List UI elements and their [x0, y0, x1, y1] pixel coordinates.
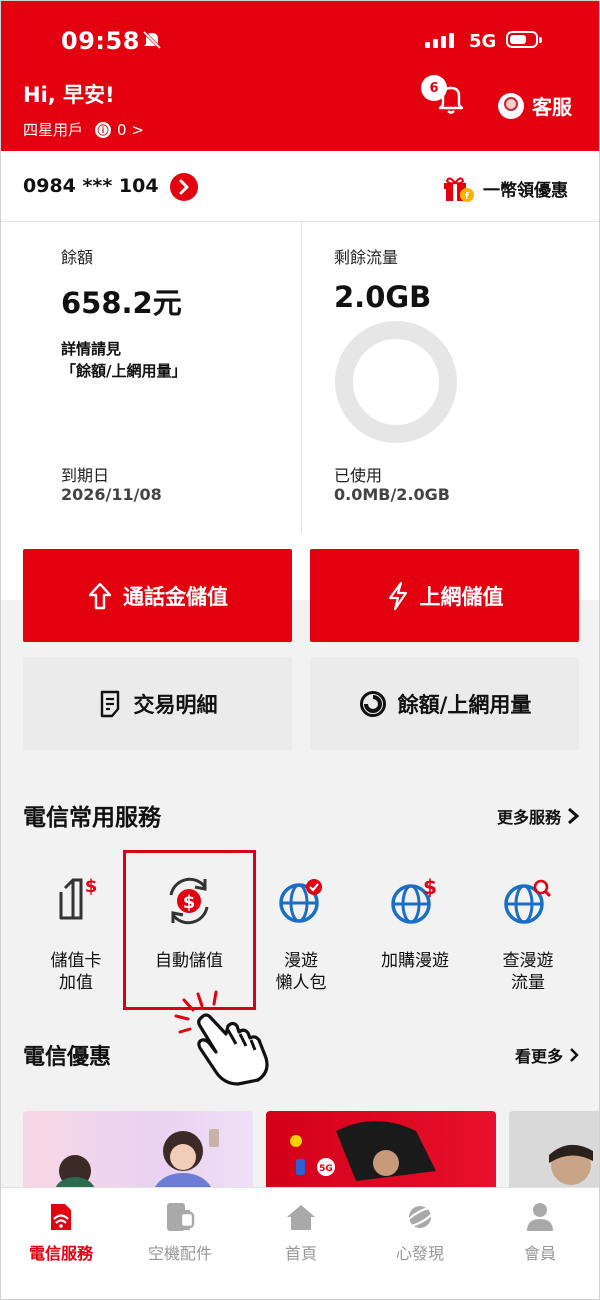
- app-screen: 09:58 5G Hi, 早安! 四星用戶 ⓘ 0 > 6 客服 0984 **…: [0, 0, 600, 1300]
- transactions-button[interactable]: 交易明細: [23, 657, 292, 750]
- tab-label: 首頁: [284, 1244, 317, 1263]
- offer-image: 5G: [290, 1121, 436, 1181]
- offer-image: [55, 1129, 219, 1191]
- silent-bell-icon: [142, 30, 162, 50]
- service-buy-roaming[interactable]: $ 加購漫遊: [365, 866, 465, 972]
- roaming-globe-check-icon: [279, 879, 322, 923]
- auto-topup-icon: $: [169, 877, 209, 925]
- coin-icon: ⓘ: [95, 121, 112, 138]
- services-title: 電信常用服務: [23, 805, 161, 831]
- data-used-label: 已使用: [334, 466, 383, 485]
- tab-home[interactable]: 首頁: [246, 1200, 356, 1264]
- home-icon: [287, 1205, 315, 1230]
- sim-card-icon: [51, 1204, 71, 1230]
- tab-discover[interactable]: 心發現: [365, 1200, 475, 1264]
- more-services-link[interactable]: 更多服務: [497, 804, 579, 828]
- offers-title: 電信優惠: [23, 1045, 112, 1070]
- chevron-right-icon[interactable]: [170, 173, 198, 201]
- customer-service-button[interactable]: 客服: [498, 91, 572, 120]
- data-remaining-label: 剩餘流量: [334, 248, 399, 267]
- service-label: 加購漫遊: [381, 951, 449, 971]
- phone-number: 0984 *** 104: [23, 175, 159, 197]
- lightning-icon: [388, 581, 407, 610]
- receipt-icon: [100, 690, 119, 717]
- data-used-value: 0.0MB/2.0GB: [334, 485, 450, 504]
- balance-note: 詳情請見 「餘額/上網用量」: [61, 338, 186, 382]
- service-agent-icon: [498, 92, 524, 119]
- member-level: 四星用戶: [23, 121, 84, 139]
- person-icon: [527, 1203, 553, 1231]
- service-label: 客服: [532, 95, 572, 119]
- data-remaining-value: 2.0GB: [334, 280, 432, 314]
- tap-hand-icon: [174, 990, 269, 1086]
- svg-text:f: f: [465, 192, 469, 202]
- status-time: 09:58: [61, 27, 140, 55]
- cellular-signal-icon: [425, 33, 454, 48]
- svg-text:$: $: [85, 876, 98, 897]
- header: 09:58 5G Hi, 早安! 四星用戶 ⓘ 0 > 6 客服: [1, 1, 599, 151]
- offer-image: [549, 1144, 593, 1185]
- expiry-date: 2026/11/08: [61, 485, 162, 504]
- balance-card: 餘額 658.2元 詳情請見 「餘額/上網用量」 到期日 2026/11/08 …: [1, 222, 599, 600]
- tab-telecom-services[interactable]: 電信服務: [6, 1200, 116, 1264]
- bottom-tab-bar: 電信服務 空機配件 首頁 心發現 會員: [1, 1187, 599, 1299]
- transactions-label: 交易明細: [133, 692, 218, 717]
- coin-promo-button[interactable]: f 一幣領優惠: [441, 173, 568, 203]
- tab-devices[interactable]: 空機配件: [125, 1200, 235, 1264]
- planet-icon: [404, 1206, 436, 1228]
- arrow-up-icon: [88, 582, 112, 609]
- promo-label: 一幣領優惠: [483, 180, 568, 201]
- more-services-label: 更多服務: [496, 808, 561, 827]
- roaming-globe-search-icon: [504, 879, 552, 924]
- tab-member[interactable]: 會員: [485, 1200, 595, 1264]
- network-type: 5G: [469, 31, 497, 52]
- offer-banner-1[interactable]: [23, 1111, 253, 1191]
- service-label: 自動儲值: [155, 951, 223, 971]
- gift-icon: f: [444, 177, 474, 202]
- balance-note-line2: 「餘額/上網用量」: [61, 362, 187, 380]
- data-usage-ring: [335, 321, 457, 443]
- chevron-right-icon: [570, 1048, 579, 1062]
- usage-ring-icon: [359, 690, 386, 717]
- phone-watch-icon: [167, 1203, 195, 1231]
- tab-label: 心發現: [395, 1244, 444, 1263]
- service-roaming-guide[interactable]: 漫遊 懶人包: [251, 866, 351, 994]
- prepaid-card-icon: $: [59, 876, 98, 920]
- service-prepaid-card[interactable]: $ 儲值卡 加值: [26, 866, 126, 994]
- member-info[interactable]: 四星用戶 ⓘ 0 >: [23, 119, 144, 140]
- battery-icon: [506, 31, 542, 48]
- svg-text:5G: 5G: [319, 1164, 333, 1174]
- balance-label: 餘額: [61, 248, 94, 267]
- card-divider: [301, 222, 302, 532]
- balance-amount: 658.2元: [61, 286, 182, 320]
- topup-data-button[interactable]: 上網儲值: [310, 549, 579, 642]
- offer-banner-3[interactable]: [509, 1111, 599, 1191]
- account-row: 0984 *** 104 f 一幣領優惠: [1, 151, 599, 222]
- balance-note-line1: 詳情請見: [61, 340, 122, 358]
- roaming-globe-dollar-icon: $: [391, 875, 437, 924]
- points-value: 0 >: [117, 120, 144, 139]
- greeting: Hi, 早安!: [23, 83, 115, 107]
- offers-more-link[interactable]: 看更多: [515, 1043, 579, 1067]
- service-label: 儲值卡 加值: [50, 951, 102, 993]
- topup-call-button[interactable]: 通話金儲值: [23, 549, 292, 642]
- service-auto-topup[interactable]: $ 自動儲值: [139, 866, 239, 972]
- offers-more-label: 看更多: [514, 1047, 563, 1066]
- service-label: 查漫遊 流量: [502, 951, 554, 993]
- chevron-right-icon: [568, 807, 579, 825]
- tab-label: 空機配件: [147, 1244, 212, 1263]
- svg-text:$: $: [183, 892, 196, 913]
- usage-button[interactable]: 餘額/上網用量: [310, 657, 579, 750]
- tab-label: 電信服務: [28, 1244, 93, 1263]
- tab-label: 會員: [523, 1244, 556, 1263]
- topup-data-label: 上網儲值: [419, 584, 504, 609]
- expiry-label: 到期日: [61, 466, 110, 485]
- svg-text:$: $: [423, 875, 437, 899]
- notification-badge: 6: [421, 75, 447, 101]
- offer-banner-2[interactable]: 5G: [266, 1111, 496, 1191]
- topup-call-label: 通話金儲值: [123, 584, 228, 609]
- service-roaming-data[interactable]: 查漫遊 流量: [478, 866, 578, 994]
- usage-label: 餘額/上網用量: [397, 692, 532, 717]
